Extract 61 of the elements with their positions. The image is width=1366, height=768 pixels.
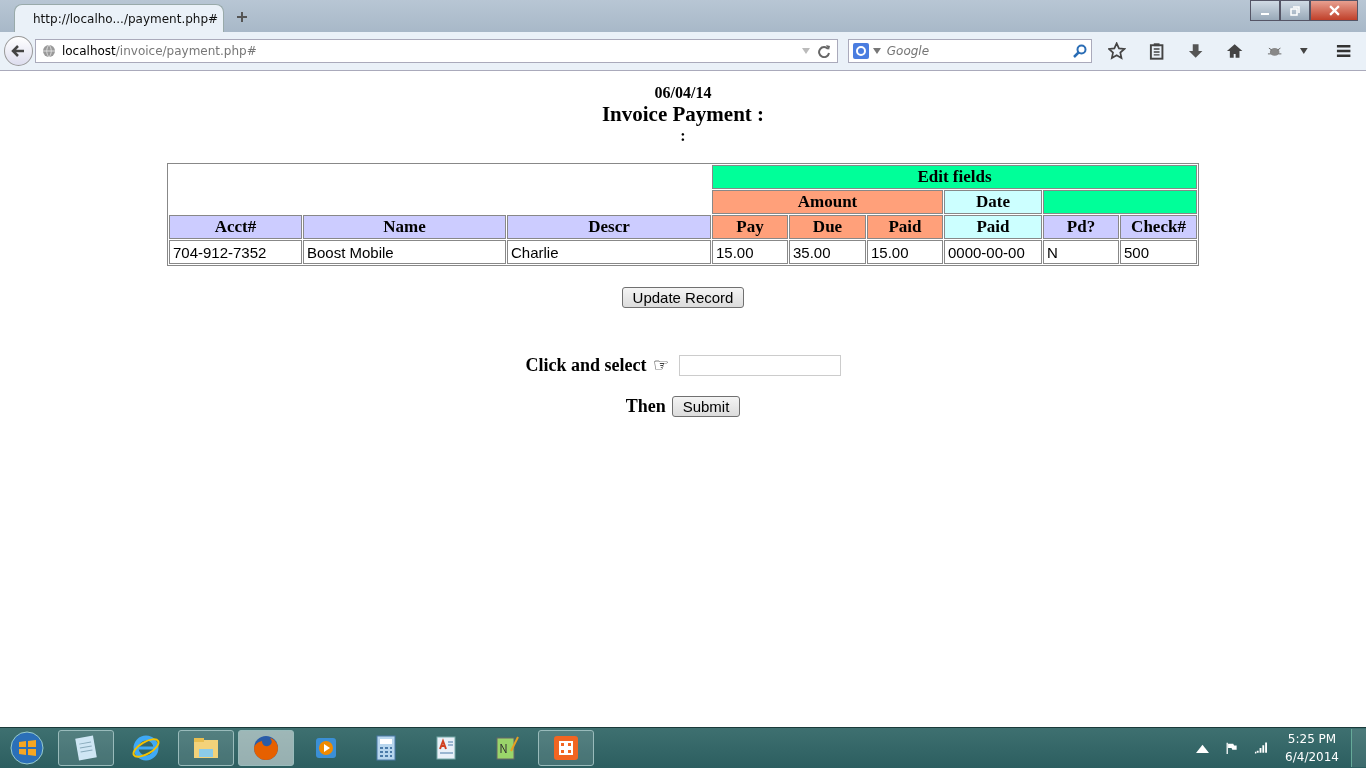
column-header: Acct# bbox=[169, 215, 302, 239]
column-group-header: Amount bbox=[712, 190, 943, 214]
back-button[interactable] bbox=[4, 36, 33, 66]
column-header: Pd? bbox=[1043, 215, 1119, 239]
home-icon[interactable] bbox=[1226, 42, 1244, 60]
table-cell: 0000-00-00 bbox=[944, 240, 1042, 264]
submit-button[interactable]: Submit bbox=[671, 396, 741, 417]
update-record-button[interactable]: Update Record bbox=[621, 287, 745, 308]
column-header: Paid bbox=[944, 215, 1042, 239]
table-cell: 15.00 bbox=[867, 240, 943, 264]
page-date: 06/04/14 bbox=[654, 84, 712, 102]
minimize-icon bbox=[1261, 12, 1269, 15]
show-hidden-icons-icon[interactable] bbox=[1196, 742, 1210, 754]
address-bar[interactable]: localhost/invoice/payment.php# bbox=[34, 39, 838, 63]
column-header: Descr bbox=[507, 215, 711, 239]
table-cell: 704-912-7352 bbox=[169, 240, 302, 264]
minimize-button[interactable] bbox=[1250, 0, 1280, 21]
new-tab-icon[interactable] bbox=[236, 11, 248, 23]
search-icon[interactable] bbox=[1073, 44, 1088, 58]
table-cell: N bbox=[1043, 240, 1119, 264]
column-group-header: Edit fields bbox=[712, 165, 1197, 189]
restore-icon bbox=[1290, 5, 1300, 16]
star-icon[interactable] bbox=[1108, 42, 1126, 60]
clock[interactable]: 5:25 PM 6/4/2014 bbox=[1277, 730, 1347, 766]
clock-date: 6/4/2014 bbox=[1285, 749, 1339, 766]
restore-button[interactable] bbox=[1280, 0, 1310, 21]
column-header: Name bbox=[303, 215, 506, 239]
close-icon bbox=[1328, 5, 1340, 16]
menu-icon[interactable] bbox=[1334, 42, 1352, 60]
table-cell: Charlie bbox=[507, 240, 711, 264]
table-cell: Boost Mobile bbox=[303, 240, 506, 264]
caret-icon[interactable] bbox=[1299, 47, 1309, 55]
close-button[interactable] bbox=[1310, 0, 1358, 21]
page-title: Invoice Payment : bbox=[601, 102, 765, 127]
page-subtitle: : bbox=[680, 127, 686, 145]
column-header: Check# bbox=[1120, 215, 1197, 239]
column-header: Pay bbox=[712, 215, 788, 239]
taskbar-notepad-icon[interactable] bbox=[58, 730, 114, 766]
table-cell: 35.00 bbox=[789, 240, 866, 264]
column-header: Due bbox=[789, 215, 866, 239]
globe-icon bbox=[41, 44, 56, 58]
then-label: Then bbox=[625, 396, 666, 417]
download-arrow-icon[interactable] bbox=[1187, 42, 1205, 60]
clipboard-list-icon[interactable] bbox=[1147, 42, 1166, 60]
table-cell: 500 bbox=[1120, 240, 1197, 264]
clock-time: 5:25 PM bbox=[1287, 731, 1337, 748]
back-arrow-icon bbox=[10, 43, 27, 59]
signal-bars-icon[interactable] bbox=[1254, 742, 1268, 754]
browser-tab[interactable]: http://localho.../payment.php# bbox=[14, 4, 224, 32]
url-text: localhost/invoice/payment.php# bbox=[61, 44, 258, 58]
reload-icon[interactable] bbox=[816, 44, 831, 58]
click-and-select-label: Click and select bbox=[525, 354, 647, 376]
caret-icon[interactable] bbox=[872, 48, 881, 54]
taskbar-explorer-icon[interactable] bbox=[178, 730, 234, 766]
flag-icon[interactable] bbox=[1225, 742, 1239, 754]
column-header: Paid bbox=[867, 215, 943, 239]
search-bar[interactable]: Google bbox=[847, 39, 1093, 63]
pointing-hand-glyph: ☞ bbox=[652, 354, 669, 376]
select-input-field[interactable] bbox=[678, 354, 841, 376]
table-cell: 15.00 bbox=[712, 240, 788, 264]
column-group-header: Date bbox=[944, 190, 1042, 214]
